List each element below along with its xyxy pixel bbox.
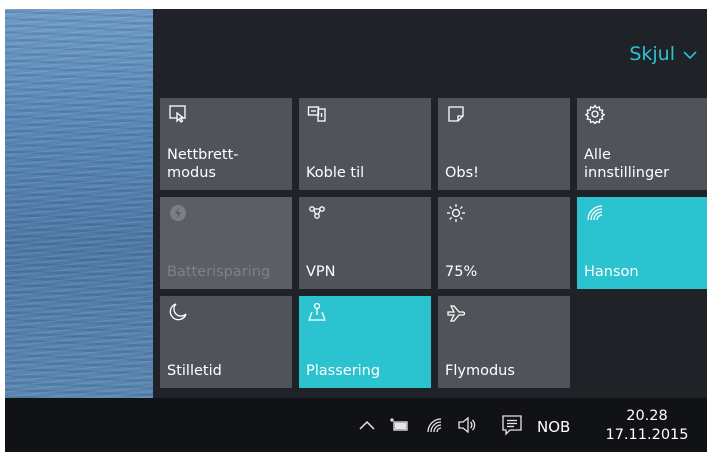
language-indicator[interactable]: NOB bbox=[537, 418, 570, 436]
chevron-up-icon[interactable] bbox=[357, 416, 377, 434]
tile-label: VPN bbox=[306, 264, 336, 280]
tablet-mode-icon bbox=[168, 104, 188, 124]
tile-label: Nettbrett- modus bbox=[167, 147, 239, 181]
action-center-icon[interactable] bbox=[501, 414, 523, 436]
collapse-button[interactable]: Skjul bbox=[629, 43, 697, 65]
clock-time: 20.28 bbox=[626, 408, 668, 424]
clock[interactable]: 20.28 17.11.2015 bbox=[597, 407, 697, 445]
settings-gear-icon bbox=[585, 104, 605, 124]
tile-note[interactable]: Obs! bbox=[438, 98, 570, 190]
clock-date: 17.11.2015 bbox=[605, 427, 689, 443]
tile-all-settings[interactable]: Alle innstillinger bbox=[577, 98, 707, 190]
battery-plug-icon[interactable] bbox=[389, 416, 409, 434]
tile-label: Hanson bbox=[584, 264, 639, 280]
tile-brightness[interactable]: 75% bbox=[438, 197, 570, 289]
brightness-icon bbox=[446, 203, 466, 223]
tile-battery-saver[interactable]: Batterisparing bbox=[160, 197, 292, 289]
screen: Skjul Nettbrett- modus Koble til Obs! Al… bbox=[5, 9, 707, 452]
tile-airplane-mode[interactable]: Flymodus bbox=[438, 296, 570, 388]
vpn-icon bbox=[307, 203, 327, 223]
tile-label: Obs! bbox=[445, 165, 479, 181]
location-icon bbox=[307, 302, 327, 322]
tile-vpn[interactable]: VPN bbox=[299, 197, 431, 289]
note-icon bbox=[446, 104, 466, 124]
collapse-label: Skjul bbox=[629, 43, 675, 65]
taskbar: NOB 20.28 17.11.2015 bbox=[5, 398, 707, 452]
tile-label: Stilletid bbox=[167, 363, 222, 379]
volume-icon[interactable] bbox=[457, 416, 477, 434]
tile-label: Batterisparing bbox=[167, 264, 271, 280]
chevron-down-icon bbox=[683, 43, 697, 65]
action-center-panel: Skjul Nettbrett- modus Koble til Obs! Al… bbox=[153, 9, 707, 398]
tile-label: Plassering bbox=[306, 363, 381, 379]
tile-label: 75% bbox=[445, 264, 478, 280]
tile-label: Koble til bbox=[306, 165, 365, 181]
tile-location[interactable]: Plassering bbox=[299, 296, 431, 388]
desktop-wallpaper bbox=[5, 9, 153, 398]
tile-label: Alle innstillinger bbox=[584, 147, 670, 181]
battery-saver-icon bbox=[168, 203, 188, 223]
tile-quiet-hours[interactable]: Stilletid bbox=[160, 296, 292, 388]
tile-label: Flymodus bbox=[445, 363, 515, 379]
wifi-icon bbox=[585, 203, 605, 223]
airplane-icon bbox=[446, 302, 466, 322]
connect-icon bbox=[307, 104, 327, 124]
wifi-icon[interactable] bbox=[425, 416, 445, 434]
tile-connect[interactable]: Koble til bbox=[299, 98, 431, 190]
tile-wifi[interactable]: Hanson bbox=[577, 197, 707, 289]
quiet-hours-moon-icon bbox=[168, 302, 188, 322]
tile-tablet-mode[interactable]: Nettbrett- modus bbox=[160, 98, 292, 190]
